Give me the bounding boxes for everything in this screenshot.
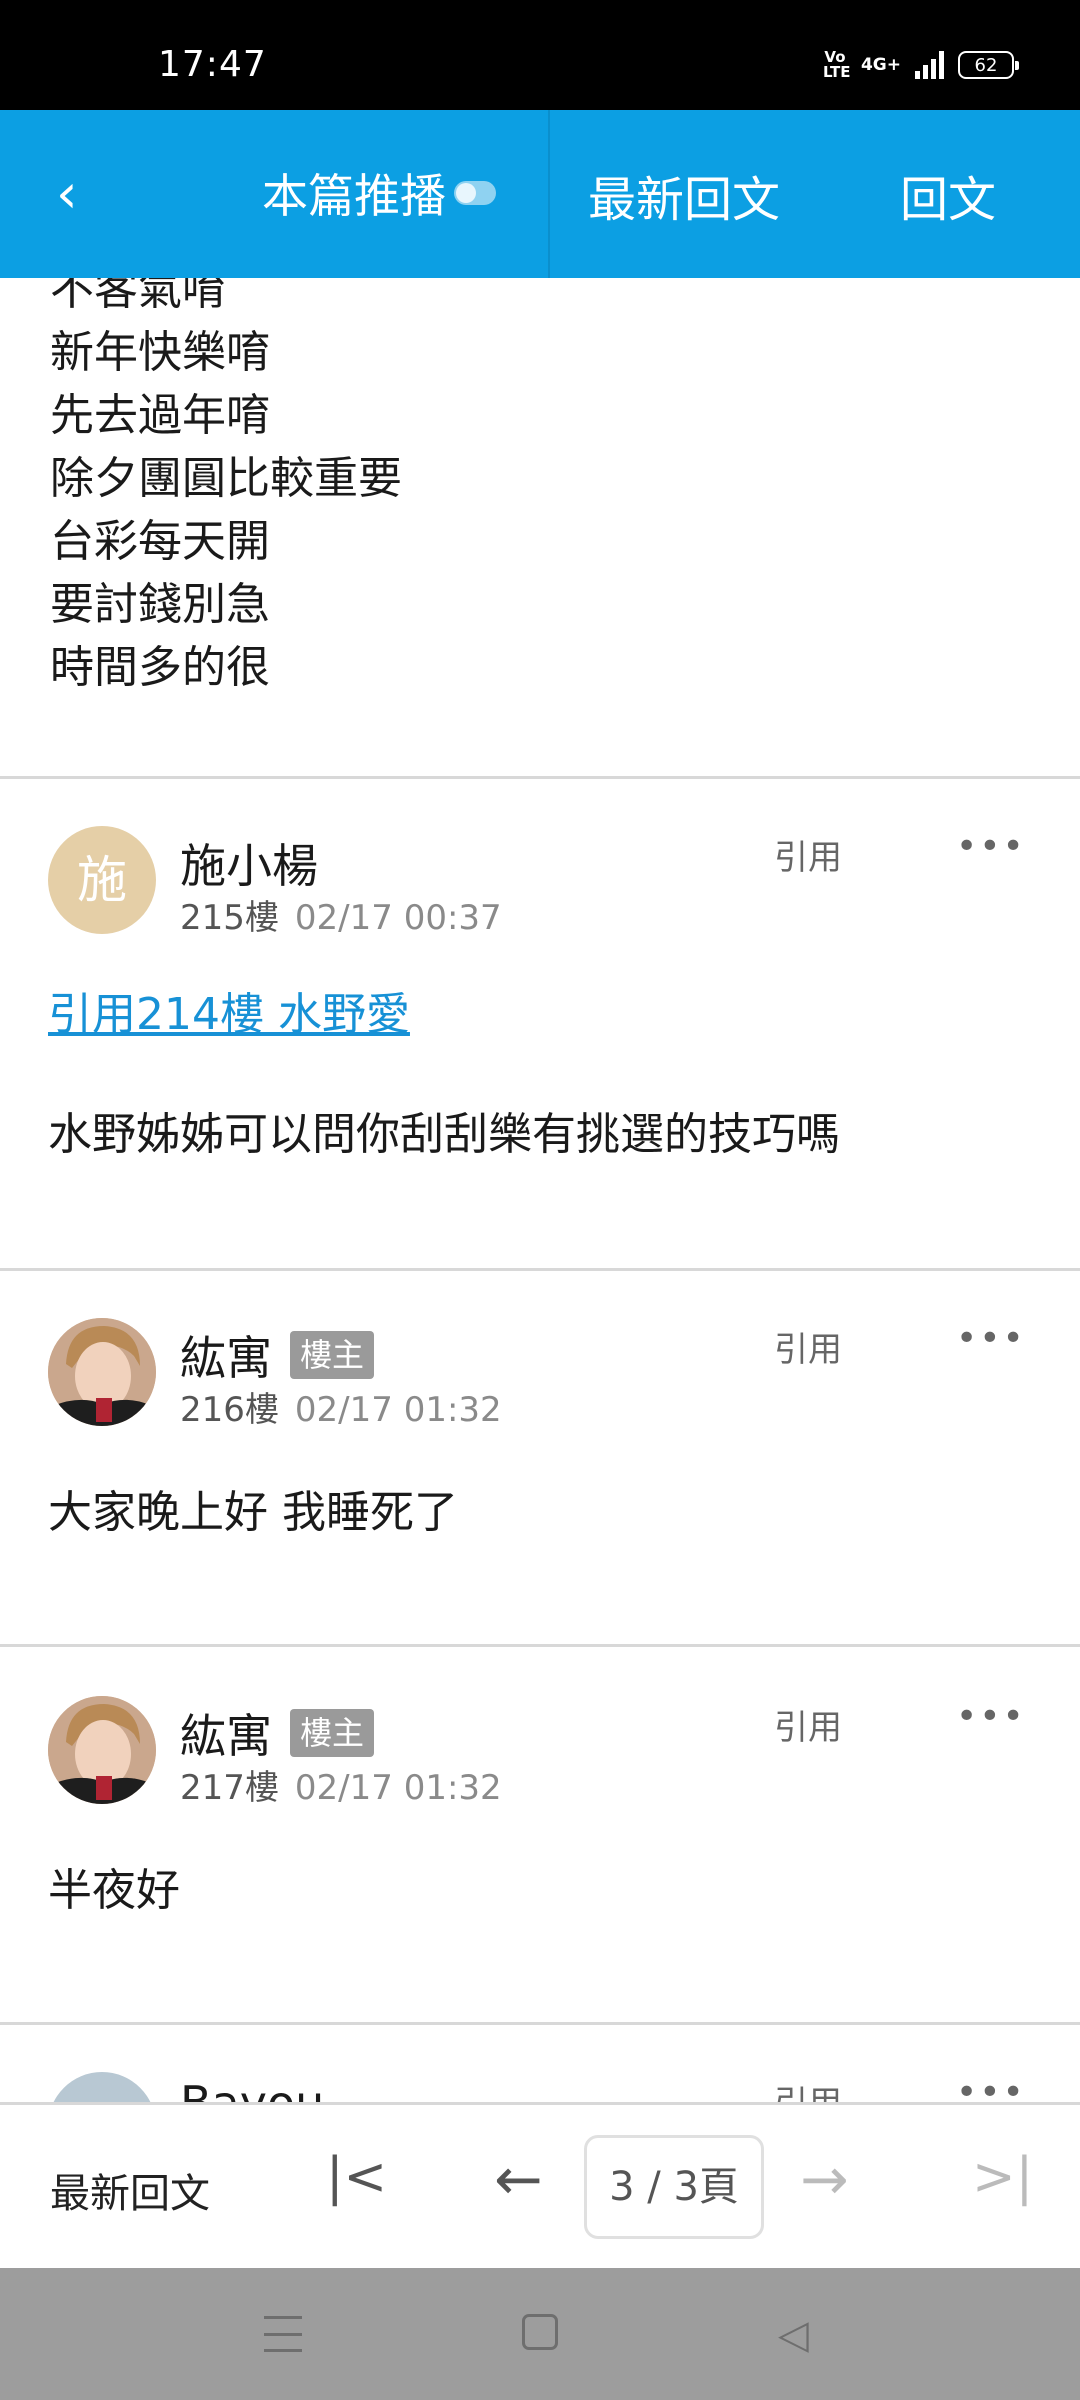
more-icon[interactable]: ••• xyxy=(956,1696,1026,1737)
post-separator xyxy=(0,776,1080,779)
home-icon[interactable] xyxy=(522,2314,558,2350)
post-time: 02/17 00:37 xyxy=(294,898,502,938)
status-time: 17:47 xyxy=(158,44,267,85)
author-name[interactable]: Bayou xyxy=(180,2076,324,2102)
push-label: 本篇推播 xyxy=(262,169,446,223)
author-name[interactable]: 紘寓 樓主 xyxy=(180,1700,375,1766)
thread-owner-badge: 樓主 xyxy=(290,1331,375,1379)
previous-page-icon[interactable]: ← xyxy=(494,2145,543,2213)
volte-icon: Vo LTE xyxy=(822,48,851,81)
page-indicator[interactable]: 3 / 3頁 xyxy=(584,2135,764,2239)
latest-replies-button[interactable]: 最新回文 xyxy=(588,160,780,230)
battery-level: 62 xyxy=(974,54,998,76)
avatar-photo-icon xyxy=(48,1318,156,1426)
avatar[interactable]: 施 xyxy=(48,826,156,934)
post-line: 台彩每天開 xyxy=(50,516,270,567)
avatar[interactable] xyxy=(48,1318,156,1426)
quote-button[interactable]: 引用 xyxy=(774,1700,842,1749)
post-line: 先去過年唷 xyxy=(50,390,270,441)
quote-button[interactable]: 引用 xyxy=(774,2076,842,2102)
header-divider xyxy=(548,110,550,278)
post-body: 半夜好 xyxy=(48,1865,180,1916)
more-icon[interactable]: ••• xyxy=(956,826,1026,867)
author-label: Bayou xyxy=(180,2076,324,2102)
signal-icon xyxy=(915,51,944,79)
thread-owner-badge: 樓主 xyxy=(290,1709,375,1757)
quote-link[interactable]: 引用214樓 水野愛 xyxy=(48,978,410,1042)
system-nav-bar: ◁ xyxy=(0,2268,1080,2400)
toggle-switch-icon[interactable] xyxy=(454,181,496,205)
latest-replies-footer-button[interactable]: 最新回文 xyxy=(50,2161,210,2219)
more-icon[interactable]: ••• xyxy=(956,2072,1026,2102)
author-name[interactable]: 施小楊 xyxy=(180,830,318,896)
floor-number: 216樓 xyxy=(180,1390,279,1430)
floor-number: 215樓 xyxy=(180,898,279,938)
next-page-icon[interactable]: → xyxy=(800,2145,849,2213)
post-separator xyxy=(0,1644,1080,1647)
last-page-icon[interactable]: >| xyxy=(972,2147,1033,2207)
status-bar: 17:47 Vo LTE 4G+ 62 xyxy=(0,0,1080,110)
previous-post-body: 不客氣唷 新年快樂唷 先去過年唷 除夕團圓比較重要 台彩每天開 要討錢別急 時間… xyxy=(50,278,402,699)
app-bar: ‹ 本篇推播 最新回文 回文 xyxy=(0,110,1080,278)
post-line: 除夕團圓比較重要 xyxy=(50,453,402,504)
post-separator xyxy=(0,2022,1080,2025)
post-time: 02/17 01:32 xyxy=(294,1768,502,1808)
author-label: 紘寓 xyxy=(180,1331,272,1385)
more-icon[interactable]: ••• xyxy=(956,1318,1026,1359)
author-name[interactable]: 紘寓 樓主 xyxy=(180,1322,375,1388)
back-button[interactable]: ‹ xyxy=(56,154,136,234)
author-label: 紘寓 xyxy=(180,1709,272,1763)
post-body: 水野姊姊可以問你刮刮樂有挑選的技巧嗎 xyxy=(48,1109,840,1160)
push-toggle-button[interactable]: 本篇推播 xyxy=(262,160,496,226)
thread-content[interactable]: 不客氣唷 新年快樂唷 先去過年唷 除夕團圓比較重要 台彩每天開 要討錢別急 時間… xyxy=(0,278,1080,2102)
floor-number: 217樓 xyxy=(180,1768,279,1808)
post-line: 要討錢別急 xyxy=(50,579,270,630)
post-meta: 217樓 02/17 01:32 xyxy=(180,1760,502,1809)
author-label: 施小楊 xyxy=(180,839,318,893)
chevron-left-icon: ‹ xyxy=(56,162,78,225)
avatar-photo-icon xyxy=(48,1696,156,1804)
quote-button[interactable]: 引用 xyxy=(774,1322,842,1371)
post-line: 不客氣唷 xyxy=(50,278,226,315)
post-meta: 216樓 02/17 01:32 xyxy=(180,1382,502,1431)
quote-button[interactable]: 引用 xyxy=(774,830,842,879)
first-page-icon[interactable]: |< xyxy=(326,2147,387,2207)
back-triangle-icon[interactable]: ◁ xyxy=(778,2312,809,2358)
avatar[interactable] xyxy=(48,2072,156,2102)
status-icons: Vo LTE 4G+ 62 xyxy=(822,48,1019,81)
battery-icon: 62 xyxy=(958,51,1019,79)
network-type: 4G+ xyxy=(860,55,901,75)
reply-button[interactable]: 回文 xyxy=(900,160,996,230)
post-time: 02/17 01:32 xyxy=(294,1390,502,1430)
menu-icon[interactable] xyxy=(264,2316,302,2352)
post-separator xyxy=(0,1268,1080,1271)
post-line: 新年快樂唷 xyxy=(50,327,270,378)
avatar[interactable] xyxy=(48,1696,156,1804)
post-line: 時間多的很 xyxy=(50,642,270,693)
pagination-bar: 最新回文 |< ← 3 / 3頁 → >| xyxy=(0,2102,1080,2268)
post-meta: 215樓 02/17 00:37 xyxy=(180,890,502,939)
post-body: 大家晚上好 我睡死了 xyxy=(48,1487,458,1538)
